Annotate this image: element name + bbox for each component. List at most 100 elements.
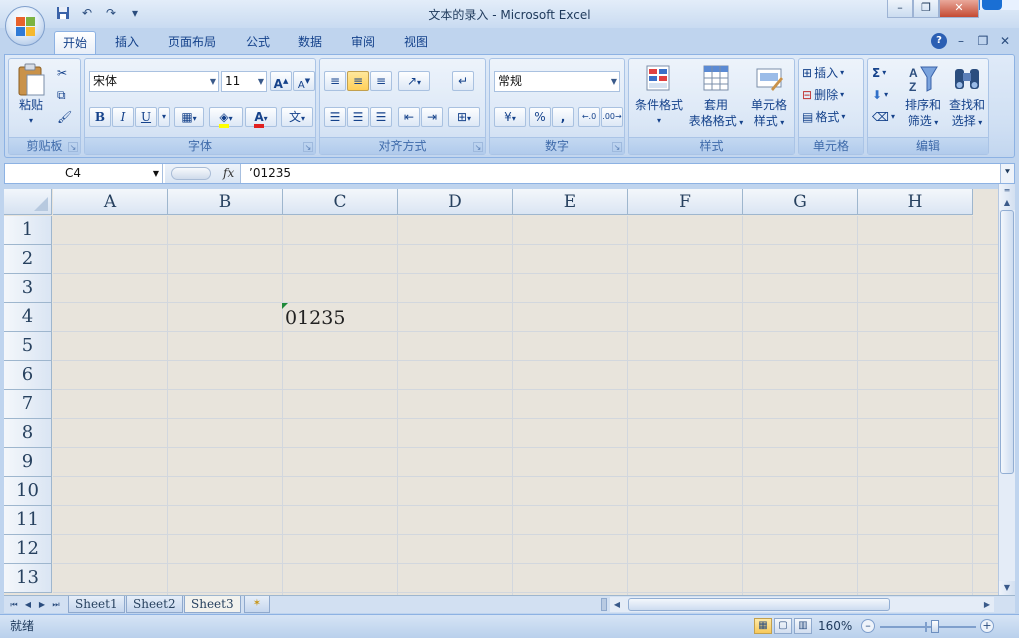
- cell-c4[interactable]: 01235: [285, 307, 345, 329]
- orientation-button[interactable]: ↗▾: [398, 71, 430, 91]
- tab-formulas[interactable]: 公式: [238, 31, 278, 54]
- number-launcher-icon[interactable]: ↘: [612, 142, 622, 152]
- comma-button[interactable]: ,: [552, 107, 574, 127]
- row-header-3[interactable]: 3: [4, 274, 52, 303]
- format-painter-button[interactable]: 🖌: [57, 107, 72, 127]
- paste-button[interactable]: 粘贴 ▾: [13, 63, 49, 129]
- font-color-button[interactable]: A▾: [245, 107, 277, 128]
- sheet-tab-1[interactable]: Sheet1: [68, 596, 125, 613]
- row-header-6[interactable]: 6: [4, 361, 52, 390]
- find-select-button[interactable]: 查找和 选择 ▾: [946, 63, 988, 131]
- cell-styles-button[interactable]: 单元格 样式 ▾: [745, 63, 793, 131]
- percent-button[interactable]: %: [529, 107, 551, 127]
- clipboard-launcher-icon[interactable]: ↘: [68, 142, 78, 152]
- page-break-view-icon[interactable]: ▥: [794, 618, 812, 634]
- row-header-7[interactable]: 7: [4, 390, 52, 419]
- tab-view[interactable]: 视图: [396, 31, 436, 54]
- zoom-in-icon[interactable]: +: [980, 619, 994, 633]
- restore-button[interactable]: ❐: [913, 0, 939, 18]
- vertical-scroll-thumb[interactable]: [1000, 210, 1014, 474]
- font-size-combo[interactable]: 11 ▼: [221, 71, 267, 92]
- row-header-4[interactable]: 4: [4, 303, 52, 332]
- first-sheet-icon[interactable]: ⏮: [8, 598, 20, 611]
- zoom-level[interactable]: 160%: [818, 615, 852, 637]
- tab-review[interactable]: 审阅: [343, 31, 383, 54]
- vertical-scrollbar[interactable]: ═ ▲ ▼: [998, 184, 1015, 595]
- scroll-up-icon[interactable]: ▲: [999, 196, 1015, 210]
- merge-center-button[interactable]: ⊞▾: [448, 107, 480, 127]
- format-cells-button[interactable]: ▤ 格式 ▾: [802, 107, 845, 127]
- conditional-formatting-button[interactable]: 条件格式 ▾: [631, 63, 687, 129]
- align-bottom-button[interactable]: ≡: [370, 71, 392, 91]
- underline-dropdown-icon[interactable]: ▾: [158, 107, 170, 127]
- formula-bar-resize-handle[interactable]: [171, 167, 211, 180]
- column-header-d[interactable]: D: [398, 189, 513, 215]
- align-center-button[interactable]: ☰: [347, 107, 369, 127]
- ribbon-minimize-button[interactable]: –: [953, 33, 969, 49]
- ribbon-restore-button[interactable]: ❐: [975, 33, 991, 49]
- decrease-decimal-button[interactable]: .00→: [601, 107, 623, 127]
- tab-page-layout[interactable]: 页面布局: [160, 31, 224, 54]
- page-layout-view-icon[interactable]: ▢: [774, 618, 792, 634]
- row-header-2[interactable]: 2: [4, 245, 52, 274]
- accounting-format-button[interactable]: ¥▾: [494, 107, 526, 127]
- help-icon[interactable]: ?: [931, 33, 947, 49]
- horizontal-scroll-thumb[interactable]: [628, 598, 890, 611]
- last-sheet-icon[interactable]: ⏭: [50, 598, 62, 611]
- underline-button[interactable]: U: [135, 107, 157, 127]
- bold-button[interactable]: B: [89, 107, 111, 127]
- grow-font-button[interactable]: A▲: [270, 71, 292, 91]
- select-all-button[interactable]: [4, 189, 52, 215]
- insert-sheet-icon[interactable]: ✶: [244, 596, 270, 613]
- column-header-a[interactable]: A: [53, 189, 168, 215]
- sort-filter-button[interactable]: AZ 排序和 筛选 ▾: [902, 63, 944, 131]
- zoom-slider[interactable]: [880, 626, 976, 628]
- chevron-down-icon[interactable]: ▼: [153, 164, 159, 183]
- font-name-combo[interactable]: 宋体 ▼: [89, 71, 219, 92]
- scroll-down-icon[interactable]: ▼: [999, 581, 1015, 595]
- align-middle-button[interactable]: ≡: [347, 71, 369, 91]
- office-button[interactable]: [5, 6, 45, 46]
- delete-cells-button[interactable]: ⊟ 删除 ▾: [802, 85, 844, 105]
- column-header-c[interactable]: C: [283, 189, 398, 215]
- alignment-launcher-icon[interactable]: ↘: [473, 142, 483, 152]
- tab-split-handle[interactable]: [601, 598, 607, 611]
- tab-insert[interactable]: 插入: [107, 31, 147, 54]
- formula-input[interactable]: ’01235: [249, 164, 291, 183]
- clear-button[interactable]: ⌫ ▾: [872, 107, 895, 127]
- normal-view-icon[interactable]: ▦: [754, 618, 772, 634]
- sheet-tab-3[interactable]: Sheet3: [184, 596, 241, 613]
- decrease-indent-button[interactable]: ⇤: [398, 107, 420, 127]
- italic-button[interactable]: I: [112, 107, 134, 127]
- row-header-10[interactable]: 10: [4, 477, 52, 506]
- align-right-button[interactable]: ☰: [370, 107, 392, 127]
- zoom-slider-thumb[interactable]: [931, 620, 940, 633]
- horizontal-scrollbar[interactable]: ◀ ▶: [610, 597, 994, 612]
- sheet-tab-2[interactable]: Sheet2: [126, 596, 183, 613]
- row-header-11[interactable]: 11: [4, 506, 52, 535]
- row-header-8[interactable]: 8: [4, 419, 52, 448]
- scroll-right-icon[interactable]: ▶: [980, 597, 994, 612]
- paste-dropdown-icon[interactable]: ▾: [13, 113, 49, 129]
- fill-color-button[interactable]: ◈▾: [209, 107, 243, 128]
- fill-button[interactable]: ⬇ ▾: [872, 85, 888, 105]
- increase-decimal-button[interactable]: ←.0: [578, 107, 600, 127]
- cell-area[interactable]: [53, 216, 998, 595]
- insert-cells-button[interactable]: ⊞ 插入 ▾: [802, 63, 844, 83]
- row-header-9[interactable]: 9: [4, 448, 52, 477]
- next-sheet-icon[interactable]: ▶: [36, 598, 48, 611]
- copy-button[interactable]: ⧉: [57, 85, 66, 105]
- column-header-e[interactable]: E: [513, 189, 628, 215]
- row-header-5[interactable]: 5: [4, 332, 52, 361]
- wrap-text-button[interactable]: ↵: [452, 71, 474, 91]
- column-header-h[interactable]: H: [858, 189, 973, 215]
- tab-data[interactable]: 数据: [290, 31, 330, 54]
- row-header-1[interactable]: 1: [4, 216, 52, 245]
- align-top-button[interactable]: ≡: [324, 71, 346, 91]
- ribbon-close-button[interactable]: ✕: [997, 33, 1013, 49]
- scroll-left-icon[interactable]: ◀: [610, 597, 624, 612]
- column-header-g[interactable]: G: [743, 189, 858, 215]
- font-launcher-icon[interactable]: ↘: [303, 142, 313, 152]
- row-header-13[interactable]: 13: [4, 564, 52, 593]
- prev-sheet-icon[interactable]: ◀: [22, 598, 34, 611]
